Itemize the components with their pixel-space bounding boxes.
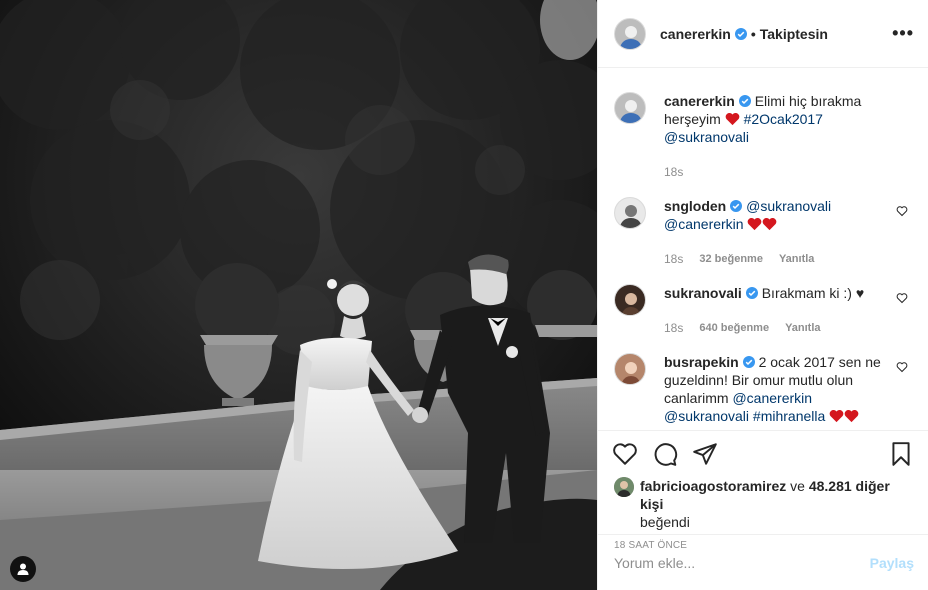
more-options-icon[interactable]: ••• [892, 23, 914, 44]
follow-state-button[interactable]: Takiptesin [760, 26, 828, 42]
user-tag-icon [17, 563, 29, 575]
avatar[interactable] [614, 17, 646, 50]
verified-badge-icon [734, 27, 747, 40]
user-tag-button[interactable] [10, 556, 36, 582]
profile-photo-icon [615, 93, 645, 123]
red-heart-emoji-icon [748, 217, 762, 231]
verified-badge-icon [738, 95, 751, 107]
profile-photo-icon [615, 285, 645, 315]
post-comment-button[interactable]: Paylaş [870, 555, 914, 571]
comment-reply-button[interactable]: Yanıtla [785, 319, 820, 337]
post-side-panel: canererkin • Takiptesin ••• canererkin E… [597, 0, 928, 590]
comment-text: 2 ocak 2017 sen ne [758, 354, 881, 370]
header-username[interactable]: canererkin [660, 26, 731, 42]
avatar[interactable] [614, 284, 646, 316]
like-comment-heart-icon[interactable] [896, 205, 908, 217]
comment-hashtag-link[interactable]: #mihranella [753, 408, 825, 424]
caption-text-1: Elimi hiç bırakma [754, 93, 862, 109]
profile-photo-icon [614, 477, 634, 497]
comment-text: guzeldinn! Bir omur mutlu olun [664, 372, 854, 388]
profile-photo-icon [615, 354, 645, 384]
comment-item: sukranovali Bırakmam ki :) ♥ 18s 640 beğ… [614, 284, 912, 337]
comment-body: sukranovali Bırakmam ki :) ♥ 18s 640 beğ… [664, 284, 912, 337]
comment-body: busrapekin 2 ocak 2017 sen ne guzeldinn!… [664, 353, 912, 425]
avatar[interactable] [614, 92, 646, 124]
profile-photo-icon [615, 198, 645, 228]
caption-mention-link[interactable]: @sukranovali [664, 129, 749, 145]
save-bookmark-icon[interactable] [888, 441, 914, 467]
likes-suffix: beğendi [640, 514, 690, 530]
avatar[interactable] [614, 197, 646, 229]
comment-input[interactable] [614, 554, 870, 571]
caption-meta: 18s [664, 163, 890, 181]
liker-avatar[interactable] [614, 477, 634, 497]
comment-mention-link[interactable]: @sukranovali [664, 408, 749, 424]
like-comment-heart-icon[interactable] [896, 292, 908, 304]
comment-bubble-icon[interactable] [652, 441, 678, 467]
wedding-photo-illustration [0, 0, 597, 590]
liker-username[interactable]: fabricioagostoramirez [640, 478, 786, 494]
comment-item: sngloden @sukranovali @canererkin 18s 32… [614, 197, 912, 268]
caption-text-2: herşeyim [664, 111, 721, 127]
comment-username[interactable]: sngloden [664, 198, 726, 214]
add-comment-bar: Paylaş [598, 534, 928, 590]
verified-badge-icon [730, 200, 743, 212]
comment-text: Bırakmam ki :) ♥ [761, 285, 865, 301]
share-paper-plane-icon[interactable] [692, 441, 718, 467]
red-heart-emoji-icon [829, 409, 844, 423]
comment-time[interactable]: 18s [664, 250, 683, 268]
caption-hashtag-link[interactable]: #2Ocak2017 [744, 111, 823, 127]
comment-like-count[interactable]: 32 beğenme [699, 250, 763, 268]
likes-connector: ve [790, 478, 805, 494]
caption-time[interactable]: 18s [664, 163, 683, 181]
comments-list[interactable]: canererkin Elimi hiç bırakma herşeyim #2… [598, 68, 928, 430]
avatar[interactable] [614, 353, 646, 385]
red-heart-emoji-icon [725, 112, 740, 126]
comment-reply-button[interactable]: Yanıtla [779, 250, 814, 268]
comment-username[interactable]: busrapekin [664, 354, 739, 370]
red-heart-emoji-icon [763, 217, 777, 231]
comment-mention-link[interactable]: @sukranovali [746, 198, 831, 214]
caption: canererkin Elimi hiç bırakma herşeyim #2… [614, 92, 912, 181]
like-heart-icon[interactable] [612, 441, 638, 467]
post-header: canererkin • Takiptesin ••• [598, 0, 928, 68]
like-comment-heart-icon[interactable] [896, 361, 908, 373]
profile-photo-icon [615, 18, 645, 49]
comment-time[interactable]: 18s [664, 319, 683, 337]
caption-body: canererkin Elimi hiç bırakma herşeyim #2… [664, 92, 912, 181]
comment-item: busrapekin 2 ocak 2017 sen ne guzeldinn!… [614, 353, 912, 425]
post-photo[interactable] [0, 0, 597, 590]
comment-meta: 18s 32 beğenme Yanıtla [664, 250, 890, 268]
verified-badge-icon [742, 356, 755, 368]
comment-text: canlarimm [664, 390, 729, 406]
likes-summary: fabricioagostoramirez ve 48.281 diğer ki… [598, 477, 928, 531]
red-heart-emoji-icon [844, 409, 859, 423]
header-separator: • [750, 25, 756, 42]
caption-username[interactable]: canererkin [664, 93, 735, 109]
post-actions-bar [598, 430, 928, 477]
comment-username[interactable]: sukranovali [664, 285, 742, 301]
verified-badge-icon [745, 287, 758, 299]
comment-body: sngloden @sukranovali @canererkin 18s 32… [664, 197, 912, 268]
comment-mention-link[interactable]: @canererkin [732, 390, 812, 406]
comment-like-count[interactable]: 640 beğenme [699, 319, 769, 337]
comment-mention-link[interactable]: @canererkin [664, 216, 744, 232]
instagram-post-view: canererkin • Takiptesin ••• canererkin E… [0, 0, 928, 590]
comment-meta: 18s 640 beğenme Yanıtla [664, 319, 890, 337]
